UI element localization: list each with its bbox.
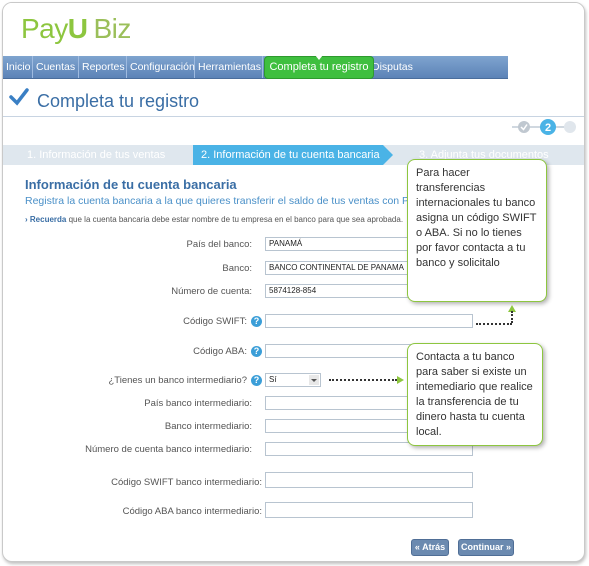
- nav-cuentas[interactable]: Cuentas: [33, 56, 79, 78]
- pais-value: PANAMÁ: [269, 239, 303, 248]
- nav-herramientas[interactable]: Herramientas: [195, 56, 263, 78]
- back-button[interactable]: « Atrás: [411, 539, 449, 556]
- main-nav: Inicio Cuentas Reportes Configuración He…: [3, 56, 508, 79]
- banco-inter-label: Banco intermediario:: [164, 421, 252, 432]
- reminder-note: › Recuerda que la cuenta bancaria debe e…: [25, 215, 403, 224]
- pais-label: País del banco:: [186, 239, 253, 250]
- tooltip-intermediario: Contacta a tu banco para saber si existe…: [407, 343, 543, 446]
- swift-inter-label: Código SWIFT banco intermediario:: [111, 477, 262, 488]
- swift-input[interactable]: [265, 314, 473, 328]
- step-cuenta-bancaria[interactable]: 2. Información de tu cuenta bancaria: [193, 145, 393, 165]
- dotted-connector: [476, 323, 512, 325]
- step-done-circle: [518, 121, 530, 133]
- banco-value: BANCO CONTINENTAL DE PANAMA: [269, 263, 404, 272]
- aba-label-text: Código ABA:: [193, 346, 247, 358]
- help-icon[interactable]: ?: [251, 346, 262, 357]
- chevron-right-icon: ›: [25, 215, 28, 224]
- step-next-circle: [564, 121, 576, 133]
- title-row: Completa tu registro: [3, 85, 584, 117]
- page-title: Completa tu registro: [37, 91, 200, 111]
- progress-indicator: 2: [512, 119, 576, 135]
- swift-label-text: Código SWIFT:: [183, 316, 247, 328]
- pais-inter-label: País banco intermediario:: [144, 398, 252, 409]
- nav-active-label: Completa tu registro: [269, 61, 369, 73]
- help-icon[interactable]: ?: [251, 316, 262, 327]
- nav-reportes[interactable]: Reportes: [79, 56, 127, 78]
- payu-biz-logo[interactable]: PayU Biz: [21, 13, 131, 45]
- section-title: Información de tu cuenta bancaria: [25, 177, 237, 192]
- nav-disputas[interactable]: Disputas: [369, 56, 413, 78]
- arrow-right-icon: [397, 376, 404, 384]
- active-indicator-icon: [315, 55, 323, 60]
- continue-button[interactable]: Continuar »: [458, 539, 514, 556]
- banco-label: Banco:: [222, 263, 252, 274]
- title-divider: [3, 116, 584, 117]
- intermediario-select[interactable]: Sí: [265, 373, 321, 387]
- nav-configuracion[interactable]: Configuración: [127, 56, 195, 78]
- section-subtitle: Registra la cuenta bancaria a la que qui…: [25, 195, 431, 207]
- logo-text-u: U: [67, 13, 88, 44]
- header: PayU Biz: [3, 3, 584, 56]
- swift-label: Código SWIFT:?: [183, 316, 262, 327]
- help-icon[interactable]: ?: [251, 375, 262, 386]
- reminder-bold: Recuerda: [29, 215, 67, 224]
- numero-cuenta-label: Número de cuenta:: [171, 286, 252, 297]
- current-step-number: 2: [545, 122, 551, 134]
- app-window: PayU Biz Inicio Cuentas Reportes Configur…: [2, 2, 585, 562]
- aba-label: Código ABA:?: [193, 346, 262, 357]
- aba-inter-input[interactable]: [265, 502, 473, 518]
- logo-text-pay: Pay: [21, 13, 68, 44]
- chevron-down-icon: [309, 375, 319, 385]
- dotted-connector-vertical: [511, 311, 513, 323]
- nav-completa-registro[interactable]: Completa tu registro: [265, 55, 373, 78]
- intermediario-value: Sí: [269, 375, 277, 384]
- swift-inter-input[interactable]: [265, 472, 473, 488]
- checkmark-icon: [9, 88, 29, 106]
- dotted-connector: [329, 379, 397, 381]
- step-ventas[interactable]: 1. Información de tus ventas: [3, 145, 193, 165]
- aba-inter-label: Código ABA banco intermediario:: [122, 506, 262, 517]
- numero-inter-label: Número de cuenta banco intermediario:: [85, 444, 252, 455]
- intermediario-label: ¿Tienes un banco intermediario??: [108, 375, 262, 386]
- intermediario-label-text: ¿Tienes un banco intermediario?: [108, 375, 247, 387]
- reminder-text: que la cuenta bancaria debe estar nombre…: [66, 215, 404, 224]
- nav-inicio[interactable]: Inicio: [3, 56, 33, 78]
- logo-text-biz: Biz: [93, 13, 131, 44]
- tooltip-swift-aba: Para hacer transferencias internacionale…: [407, 159, 547, 302]
